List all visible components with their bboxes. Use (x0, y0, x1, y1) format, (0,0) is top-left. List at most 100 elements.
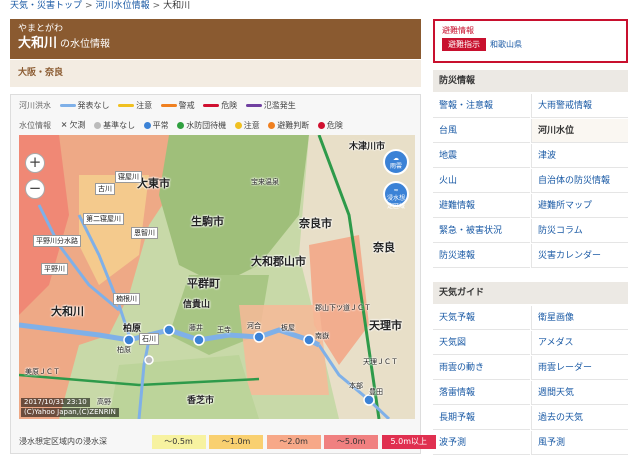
menu-past-weather[interactable]: 過去の天気 (531, 406, 628, 430)
menu-wind[interactable]: 風予測 (531, 431, 628, 455)
menu-municipal-info[interactable]: 自治体の防災情報 (531, 169, 628, 193)
evacuation-alert: 避難情報 避難指示 和歌山県 (433, 19, 628, 63)
line-swatch (245, 104, 262, 107)
legend-level-label: 水位情報 (19, 120, 51, 130)
breadcrumb-link-river-level[interactable]: 河川水位情報 (96, 1, 150, 11)
gauge-label-minami[interactable]: 南嶽 (315, 331, 329, 341)
depth-swatch-over50: 5.0m以上 (381, 435, 436, 449)
map-panel: 河川洪水 発表なし 注意 警戒 危険 氾濫発生 水位情報 × 欠測 基準なし 平常… (10, 94, 436, 454)
legend-text: 危険 (221, 101, 238, 110)
map-label-heguri: 平群町 (187, 277, 220, 290)
dot-swatch (234, 121, 242, 129)
menu-long-range[interactable]: 長期予報 (433, 406, 530, 430)
rain-cloud-icon: ☁ (393, 155, 399, 162)
breadcrumb-separator: > (85, 1, 93, 11)
gauge-label-kashiwara[interactable]: 柏原 (117, 345, 131, 355)
map-label-hiranogawa: 平野川 (41, 263, 68, 275)
menu-forecast[interactable]: 天気予報 (433, 306, 530, 330)
menu-rain-radar[interactable]: 雨雲レーダー (531, 356, 628, 380)
menu-emergency[interactable]: 緊急・被害状況 (433, 219, 530, 243)
weather-menu-title: 天気ガイド (433, 282, 628, 304)
legend-level-nobase: 基準なし (94, 118, 135, 134)
menu-earthquake[interactable]: 地震 (433, 144, 530, 168)
map-label-ishikawa: 石川 (139, 333, 159, 345)
gauge-label-kawai[interactable]: 河合 (247, 321, 261, 331)
map-label-neyagawa: 寝屋川 (115, 171, 142, 183)
depth-legend: 浸水想定区域内の浸水深 ～0.5m ～1.0m ～2.0m ～5.0m 5.0m… (19, 435, 437, 449)
zoom-in-button[interactable]: + (25, 153, 45, 173)
breadcrumb-link-weather-top[interactable]: 天気・災害トップ (10, 1, 82, 11)
gauge-label-ojiin[interactable]: 王寺 (217, 325, 231, 335)
dot-swatch (317, 121, 325, 129)
map-label-tenri-jct: 天理ＪＣＴ (363, 358, 398, 366)
line-swatch (160, 104, 177, 107)
menu-bousai-column[interactable]: 防災コラム (531, 219, 628, 243)
menu-weather-map[interactable]: 天気図 (433, 331, 530, 355)
legend-text: 発表なし (77, 101, 110, 110)
gauge-label-toyoda[interactable]: 豊田 (369, 387, 383, 397)
gauge-label-itado[interactable]: 板屋 (281, 323, 295, 333)
menu-shelter-map[interactable]: 避難所マップ (531, 194, 628, 218)
depth-swatch-10: ～1.0m (209, 435, 264, 449)
map-timestamp: 2017/10/31 23:10 (21, 398, 90, 407)
legend-text: 欠測 (69, 120, 86, 130)
breadcrumb: 天気・災害トップ > 河川水位情報 > 大和川 (10, 0, 190, 14)
alert-prefecture-link[interactable]: 和歌山県 (490, 39, 522, 50)
depth-swatch-20: ～2.0m (266, 435, 321, 449)
menu-typhoon[interactable]: 台風 (433, 119, 530, 143)
menu-bousai-alerts[interactable]: 防災速報 (433, 244, 530, 268)
map-label-ikoma: 生駒市 (191, 215, 224, 228)
rain-cloud-button[interactable]: ☁ 雨雲 (383, 149, 409, 175)
map-label-honbu: 本部 (349, 382, 363, 390)
menu-lightning[interactable]: 落雷情報 (433, 381, 530, 405)
menu-wave[interactable]: 波予測 (433, 431, 530, 455)
line-swatch (59, 104, 76, 107)
river-map[interactable]: + − ☁ 雨雲 ≈ 浸水想定区域 大東市 生駒市 奈良 奈良市 大和郡山市 平群町… (19, 135, 415, 419)
map-label-shigisan: 信貴山 (183, 300, 211, 310)
dot-swatch (177, 121, 185, 129)
map-copyright: (C)Yahoo Japan,(C)ZENRIN (21, 408, 119, 417)
legend-text: 危険 (326, 120, 343, 130)
zoom-out-button[interactable]: − (25, 179, 45, 199)
breadcrumb-separator: > (152, 1, 161, 11)
line-swatch (118, 104, 135, 107)
map-label-hiranogawabunsuiro: 平野川分水路 (33, 235, 81, 247)
map-label-yamatogawa: 大和川 (51, 305, 84, 318)
legend-level-missing: × 欠測 (60, 117, 86, 134)
menu-disaster-calendar[interactable]: 災害カレンダー (531, 244, 628, 268)
menu-tsunami[interactable]: 津波 (531, 144, 628, 168)
menu-warnings[interactable]: 警報・注意報 (433, 94, 530, 118)
gauge-label-fujii[interactable]: 藤井 (189, 323, 203, 333)
menu-evac-info[interactable]: 避難情報 (433, 194, 530, 218)
map-label-kashiba: 香芝市 (187, 396, 215, 406)
legend-text: 避難判断 (277, 120, 310, 130)
legend-flood: 河川洪水 発表なし 注意 警戒 危険 氾濫発生 (19, 98, 302, 114)
menu-river-level[interactable]: 河川水位 (531, 119, 628, 143)
page-title-box: やまとがわ 大和川 の水位情報 (10, 19, 421, 59)
map-label-yamatokoriyama: 大和郡山市 (251, 255, 306, 268)
bousai-menu-title: 防災情報 (433, 70, 628, 92)
map-label-mihara-jct: 美原ＪＣＴ (25, 368, 60, 376)
alert-title: 避難情報 (442, 26, 474, 35)
alert-badge[interactable]: 避難指示 (442, 38, 486, 51)
depth-legend-label: 浸水想定区域内の浸水深 (19, 437, 107, 446)
legend-text: 注意 (243, 120, 260, 130)
menu-satellite[interactable]: 衛星画像 (531, 306, 628, 330)
menu-weekly[interactable]: 週間天気 (531, 381, 628, 405)
dot-swatch (268, 121, 276, 129)
legend-level-evac: 避難判断 (268, 118, 309, 134)
menu-volcano[interactable]: 火山 (433, 169, 530, 193)
line-swatch (203, 104, 220, 107)
flood-zone-icon: ≈ (393, 187, 399, 194)
menu-cloud-motion[interactable]: 雨雲の動き (433, 356, 530, 380)
legend-flood-warning: 警戒 (160, 98, 195, 114)
legend-text: 水防団待機 (186, 120, 227, 130)
menu-amedas[interactable]: アメダス (531, 331, 628, 355)
flood-zone-button[interactable]: ≈ 浸水想定区域 (383, 181, 409, 210)
legend-flood-caution: 注意 (118, 98, 152, 114)
depth-swatch-05: ～0.5m (151, 435, 206, 449)
map-label-furukawa: 古川 (95, 183, 115, 195)
menu-heavy-rain[interactable]: 大雨警戒情報 (531, 94, 628, 118)
map-label-daini-neyagawa: 第二寝屋川 (83, 213, 124, 225)
map-label-kobe: 高野 (97, 398, 111, 406)
